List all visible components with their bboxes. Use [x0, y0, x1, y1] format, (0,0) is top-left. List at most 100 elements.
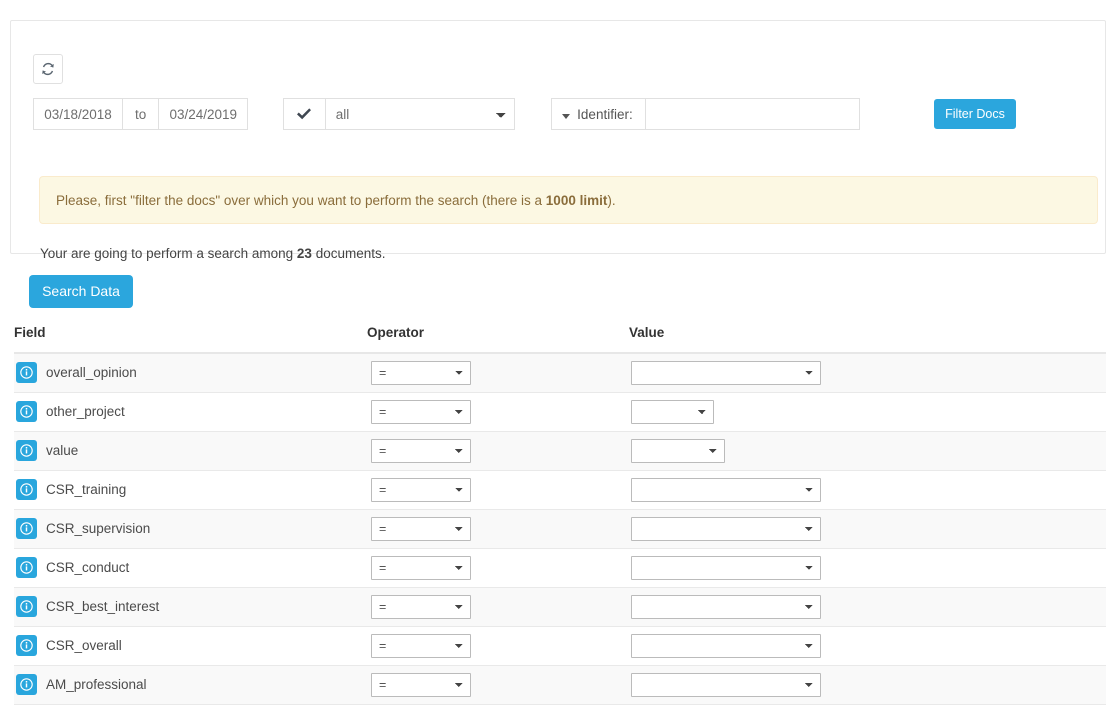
- column-header-value: Value: [629, 325, 1106, 354]
- operator-cell: =!=><: [367, 626, 629, 666]
- value-select[interactable]: [631, 633, 821, 658]
- value-select[interactable]: [631, 516, 821, 541]
- table-row: value =!=><: [14, 431, 1106, 471]
- identifier-input[interactable]: [644, 98, 860, 130]
- document-count-summary: Your are going to perform a search among…: [40, 246, 385, 261]
- value-cell: [629, 431, 1106, 471]
- value-cell: [629, 509, 1106, 549]
- alert-text-after: ).: [607, 192, 616, 208]
- value-cell: [629, 587, 1106, 627]
- value-cell: [629, 353, 1106, 393]
- table-header: Field Operator Value: [14, 325, 1106, 354]
- value-select[interactable]: [631, 438, 725, 463]
- operator-select[interactable]: =!=><: [371, 477, 471, 502]
- field-cell: CSR_overall: [14, 626, 367, 666]
- operator-cell: =!=><: [367, 665, 629, 705]
- value-cell: [629, 548, 1106, 588]
- table-row: CSR_best_interest =!=><: [14, 587, 1106, 627]
- operator-cell: =!=><: [367, 470, 629, 510]
- value-select[interactable]: [631, 399, 714, 424]
- table-row: overall_opinion =!=><: [14, 353, 1106, 393]
- operator-cell: =!=><: [367, 587, 629, 627]
- field-name-label: value: [46, 443, 79, 458]
- check-icon: [282, 98, 325, 130]
- field-cell: other_project: [14, 392, 367, 432]
- table-row: CSR_conduct =!=><: [14, 548, 1106, 588]
- value-select[interactable]: [631, 555, 821, 580]
- operator-select[interactable]: =!=><: [371, 360, 471, 385]
- info-icon[interactable]: [16, 401, 37, 422]
- operator-select[interactable]: =!=><: [371, 399, 471, 424]
- status-filter-group: all: [282, 98, 515, 130]
- table-row: CSR_training =!=><: [14, 470, 1106, 510]
- field-name-label: other_project: [46, 404, 125, 419]
- field-cell: CSR_training: [14, 470, 367, 510]
- operator-cell: =!=><: [367, 509, 629, 549]
- info-icon[interactable]: [16, 635, 37, 656]
- identifier-label: Identifier:: [577, 106, 633, 122]
- operator-cell: =!=><: [367, 548, 629, 588]
- refresh-icon: [41, 62, 55, 76]
- summary-text-after: documents.: [311, 246, 386, 261]
- column-header-operator: Operator: [367, 325, 629, 354]
- value-cell: [629, 665, 1106, 705]
- filter-warning-alert: Please, first "filter the docs" over whi…: [39, 176, 1098, 224]
- field-cell: CSR_conduct: [14, 548, 367, 588]
- search-data-button[interactable]: Search Data: [29, 275, 133, 308]
- date-from-input[interactable]: [33, 98, 123, 130]
- value-select[interactable]: [631, 594, 821, 619]
- date-range-group: to: [33, 98, 249, 130]
- table-header-row: Field Operator Value: [14, 325, 1106, 354]
- field-cell: CSR_best_interest: [14, 587, 367, 627]
- field-name-label: AM_professional: [46, 677, 147, 692]
- table-row: AM_professional =!=><: [14, 665, 1106, 705]
- filter-form-row: to all Identifier: Filter Do: [33, 98, 1085, 132]
- info-icon[interactable]: [16, 518, 37, 539]
- info-icon[interactable]: [16, 596, 37, 617]
- operator-cell: =!=><: [367, 431, 629, 471]
- info-icon[interactable]: [16, 557, 37, 578]
- value-select[interactable]: [631, 360, 821, 385]
- field-cell: CSR_supervision: [14, 509, 367, 549]
- value-cell: [629, 392, 1106, 432]
- table-row: other_project =!=><: [14, 392, 1106, 432]
- field-name-label: CSR_conduct: [46, 560, 130, 575]
- field-name-label: CSR_overall: [46, 638, 122, 653]
- filter-docs-button[interactable]: Filter Docs: [934, 99, 1016, 129]
- value-select[interactable]: [631, 672, 821, 697]
- operator-select[interactable]: =!=><: [371, 516, 471, 541]
- info-icon[interactable]: [16, 479, 37, 500]
- field-name-label: CSR_supervision: [46, 521, 151, 536]
- date-to-input[interactable]: [158, 98, 249, 130]
- alert-text-before: Please, first "filter the docs" over whi…: [56, 192, 546, 208]
- value-select[interactable]: [631, 477, 821, 502]
- info-icon[interactable]: [16, 440, 37, 461]
- caret-down-icon: [562, 107, 571, 122]
- value-cell: [629, 626, 1106, 666]
- identifier-dropdown-toggle[interactable]: Identifier:: [551, 98, 645, 130]
- operator-select[interactable]: =!=><: [371, 633, 471, 658]
- info-icon[interactable]: [16, 674, 37, 695]
- date-range-to-label: to: [123, 98, 159, 130]
- summary-text-before: Your are going to perform a search among: [40, 246, 297, 261]
- field-cell: overall_opinion: [14, 353, 367, 393]
- alert-limit: 1000 limit: [545, 192, 608, 208]
- search-criteria-table: Field Operator Value overall_opinion =!=>…: [14, 325, 1106, 705]
- value-cell: [629, 470, 1106, 510]
- table-row: CSR_overall =!=><: [14, 626, 1106, 666]
- operator-select[interactable]: =!=><: [371, 672, 471, 697]
- table-body: overall_opinion=!=><other_project=!=><va…: [14, 353, 1106, 705]
- operator-select[interactable]: =!=><: [371, 438, 471, 463]
- operator-cell: =!=><: [367, 353, 629, 393]
- column-header-field: Field: [14, 325, 367, 354]
- status-select[interactable]: all: [324, 98, 515, 130]
- refresh-button[interactable]: [33, 54, 63, 84]
- field-name-label: overall_opinion: [46, 365, 137, 381]
- info-icon[interactable]: [16, 362, 37, 384]
- summary-count: 23: [296, 246, 312, 261]
- operator-select[interactable]: =!=><: [371, 555, 471, 580]
- table-row: CSR_supervision =!=><: [14, 509, 1106, 549]
- field-cell: value: [14, 431, 367, 471]
- operator-select[interactable]: =!=><: [371, 594, 471, 619]
- identifier-group: Identifier:: [551, 98, 860, 130]
